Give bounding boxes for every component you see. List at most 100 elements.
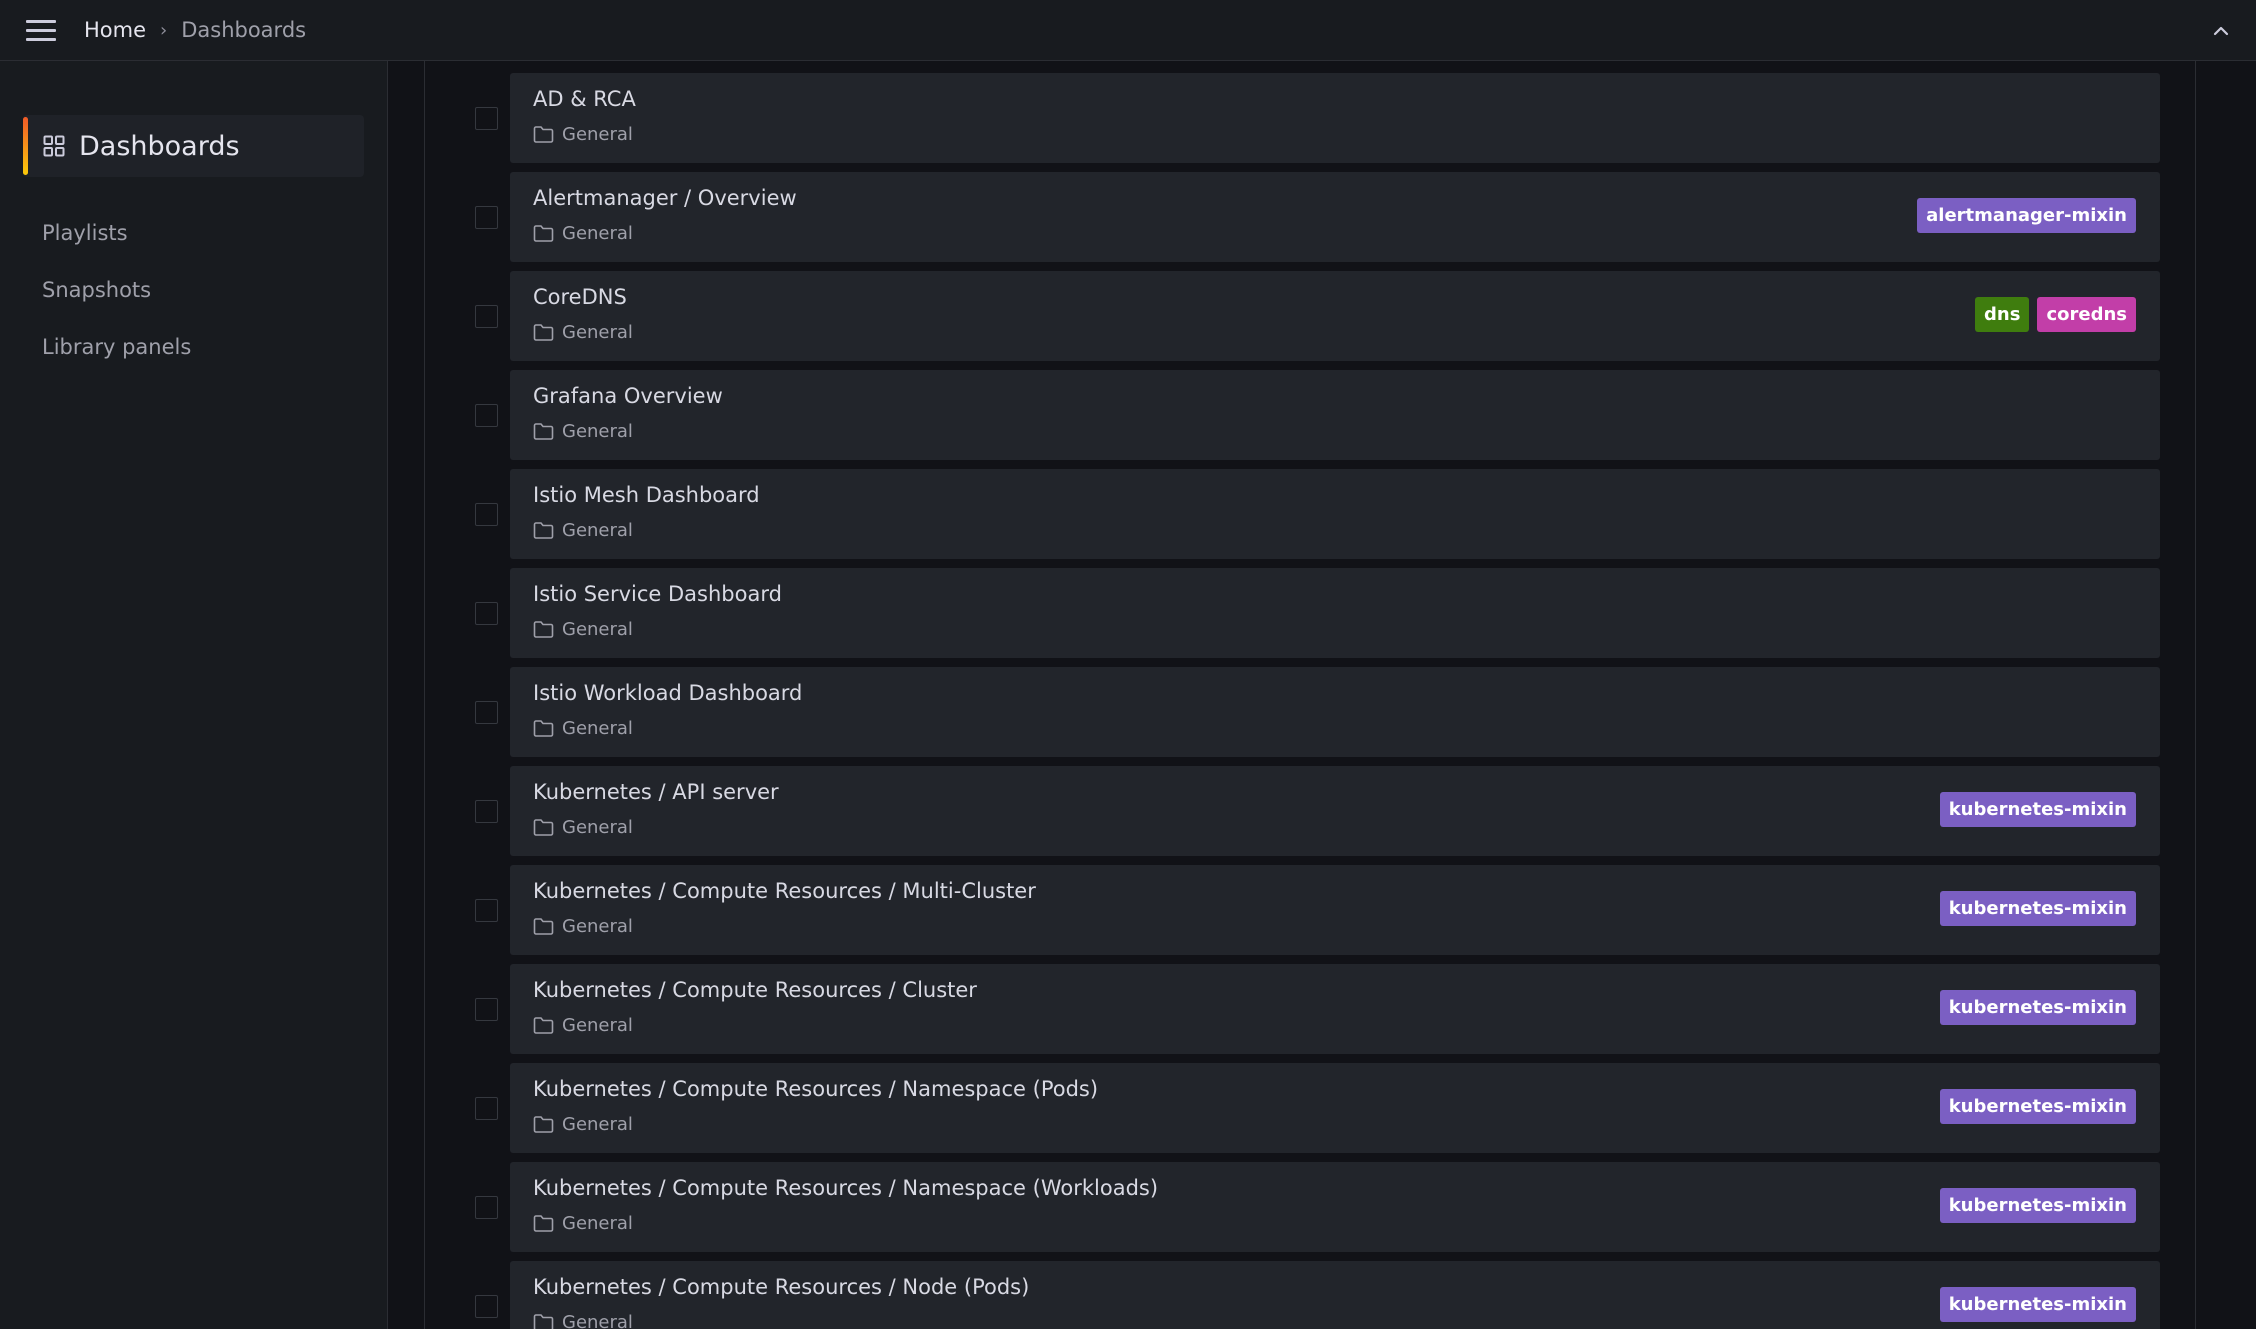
dashboard-card[interactable]: Istio Service Dashboard General xyxy=(510,568,2160,658)
dashboard-title[interactable]: AD & RCA xyxy=(533,87,636,111)
tag-list: dns coredns xyxy=(1975,297,2136,332)
dashboard-title[interactable]: Istio Mesh Dashboard xyxy=(533,483,760,507)
tag-list: kubernetes-mixin xyxy=(1939,891,2136,926)
row-checkbox[interactable] xyxy=(475,1196,498,1219)
folder-icon xyxy=(533,917,562,936)
dashboard-title[interactable]: Alertmanager / Overview xyxy=(533,186,797,210)
sidebar: Dashboards Playlists Snapshots Library p… xyxy=(0,61,388,1329)
dashboard-card[interactable]: Kubernetes / Compute Resources / Multi-C… xyxy=(510,865,2160,955)
folder-icon xyxy=(533,719,562,738)
tag-badge[interactable]: dns xyxy=(1975,297,2030,332)
row-checkbox[interactable] xyxy=(475,602,498,625)
dashboard-title[interactable]: CoreDNS xyxy=(533,285,627,309)
sidebar-item-dashboards[interactable]: Dashboards xyxy=(23,115,364,177)
folder-icon xyxy=(533,1214,562,1233)
row-checkbox[interactable] xyxy=(475,1097,498,1120)
top-nav-bar: Home › Dashboards xyxy=(0,0,2256,61)
tag-badge[interactable]: kubernetes-mixin xyxy=(1939,1188,2136,1223)
folder-icon xyxy=(533,323,562,342)
folder-icon xyxy=(533,521,562,540)
tag-list: kubernetes-mixin xyxy=(1939,990,2136,1025)
dashboard-row: Kubernetes / Compute Resources / Namespa… xyxy=(425,1162,2195,1252)
dashboard-card[interactable]: Istio Workload Dashboard General xyxy=(510,667,2160,757)
row-checkbox[interactable] xyxy=(475,899,498,922)
row-checkbox[interactable] xyxy=(475,1295,498,1318)
dashboard-card[interactable]: Kubernetes / Compute Resources / Cluster… xyxy=(510,964,2160,1054)
row-checkbox[interactable] xyxy=(475,800,498,823)
dashboard-card[interactable]: Grafana Overview General xyxy=(510,370,2160,460)
sidebar-item-label: Dashboards xyxy=(79,130,240,162)
hamburger-menu-icon[interactable] xyxy=(26,16,58,44)
dashboard-title[interactable]: Kubernetes / Compute Resources / Multi-C… xyxy=(533,879,1036,903)
tag-badge[interactable]: kubernetes-mixin xyxy=(1939,990,2136,1025)
tag-list: kubernetes-mixin xyxy=(1939,1089,2136,1124)
row-checkbox[interactable] xyxy=(475,305,498,328)
breadcrumb-current: Dashboards xyxy=(181,18,307,42)
folder-icon xyxy=(533,224,562,243)
dashboard-row: Kubernetes / API server General kubernetes… xyxy=(425,766,2195,856)
tag-badge[interactable]: kubernetes-mixin xyxy=(1939,1287,2136,1322)
dashboard-card[interactable]: CoreDNS General dns coredns xyxy=(510,271,2160,361)
dashboard-row: Istio Mesh Dashboard General xyxy=(425,469,2195,559)
dashboard-card[interactable]: Kubernetes / Compute Resources / Node (P… xyxy=(510,1261,2160,1329)
dashboard-row: Kubernetes / Compute Resources / Node (P… xyxy=(425,1261,2195,1329)
dashboard-card[interactable]: Kubernetes / Compute Resources / Namespa… xyxy=(510,1162,2160,1252)
dashboard-folder: General xyxy=(533,124,633,145)
folder-label: General xyxy=(562,718,633,739)
dashboard-list: AD & RCA General Alertmanager / Overview Ge… xyxy=(424,61,2196,1329)
row-checkbox[interactable] xyxy=(475,503,498,526)
dashboard-title[interactable]: Grafana Overview xyxy=(533,384,723,408)
dashboard-title[interactable]: Kubernetes / Compute Resources / Node (P… xyxy=(533,1275,1029,1299)
dashboard-title[interactable]: Kubernetes / Compute Resources / Namespa… xyxy=(533,1077,1098,1101)
dashboard-row: Kubernetes / Compute Resources / Namespa… xyxy=(425,1063,2195,1153)
folder-icon xyxy=(533,1016,562,1035)
tag-badge[interactable]: alertmanager-mixin xyxy=(1917,198,2136,233)
dashboard-folder: General xyxy=(533,322,633,343)
tag-list: alertmanager-mixin xyxy=(1917,198,2136,233)
dashboard-folder: General xyxy=(533,718,633,739)
dashboard-folder: General xyxy=(533,421,633,442)
tag-badge[interactable]: kubernetes-mixin xyxy=(1939,891,2136,926)
dashboard-row: Kubernetes / Compute Resources / Cluster… xyxy=(425,964,2195,1054)
dashboard-folder: General xyxy=(533,1114,633,1135)
chevron-up-icon[interactable] xyxy=(2208,18,2234,44)
dashboard-row: Istio Service Dashboard General xyxy=(425,568,2195,658)
breadcrumb: Home › Dashboards xyxy=(84,18,306,42)
tag-badge[interactable]: coredns xyxy=(2037,297,2136,332)
dashboard-folder: General xyxy=(533,1213,633,1234)
folder-label: General xyxy=(562,1015,633,1036)
sidebar-item-playlists[interactable]: Playlists xyxy=(42,221,128,245)
tag-badge[interactable]: kubernetes-mixin xyxy=(1939,792,2136,827)
tag-badge[interactable]: kubernetes-mixin xyxy=(1939,1089,2136,1124)
folder-label: General xyxy=(562,1312,633,1329)
row-checkbox[interactable] xyxy=(475,998,498,1021)
dashboard-title[interactable]: Kubernetes / Compute Resources / Namespa… xyxy=(533,1176,1158,1200)
folder-icon xyxy=(533,422,562,441)
dashboard-row: Kubernetes / Compute Resources / Multi-C… xyxy=(425,865,2195,955)
dashboard-row: Grafana Overview General xyxy=(425,370,2195,460)
folder-label: General xyxy=(562,1213,633,1234)
dashboard-folder: General xyxy=(533,817,633,838)
row-checkbox[interactable] xyxy=(475,701,498,724)
breadcrumb-home-link[interactable]: Home xyxy=(84,18,146,42)
tag-list: kubernetes-mixin xyxy=(1939,1287,2136,1322)
dashboard-card[interactable]: Istio Mesh Dashboard General xyxy=(510,469,2160,559)
folder-label: General xyxy=(562,1114,633,1135)
dashboard-card[interactable]: Kubernetes / API server General kubernetes… xyxy=(510,766,2160,856)
sidebar-item-snapshots[interactable]: Snapshots xyxy=(42,278,151,302)
folder-icon xyxy=(533,1313,562,1329)
dashboard-title[interactable]: Istio Workload Dashboard xyxy=(533,681,802,705)
dashboard-card[interactable]: Alertmanager / Overview General alertmanag… xyxy=(510,172,2160,262)
dashboard-card[interactable]: Kubernetes / Compute Resources / Namespa… xyxy=(510,1063,2160,1153)
dashboard-title[interactable]: Kubernetes / Compute Resources / Cluster xyxy=(533,978,977,1002)
dashboard-title[interactable]: Kubernetes / API server xyxy=(533,780,779,804)
row-checkbox[interactable] xyxy=(475,206,498,229)
row-checkbox[interactable] xyxy=(475,107,498,130)
dashboard-title[interactable]: Istio Service Dashboard xyxy=(533,582,782,606)
folder-label: General xyxy=(562,916,633,937)
dashboard-card[interactable]: AD & RCA General xyxy=(510,73,2160,163)
apps-grid-icon xyxy=(43,135,65,157)
sidebar-item-library-panels[interactable]: Library panels xyxy=(42,335,191,359)
row-checkbox[interactable] xyxy=(475,404,498,427)
dashboard-folder: General xyxy=(533,1312,633,1329)
